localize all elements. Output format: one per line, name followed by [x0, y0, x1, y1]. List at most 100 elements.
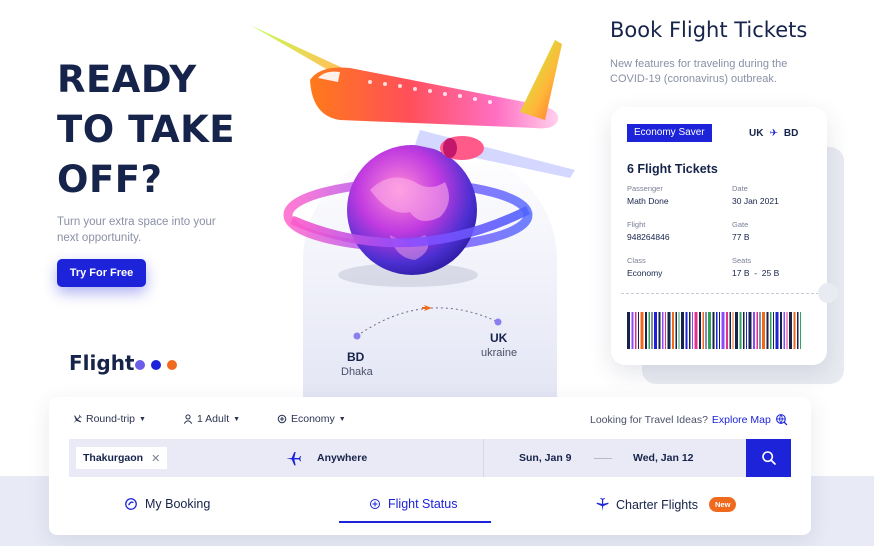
- new-badge: New: [708, 497, 737, 512]
- search-button[interactable]: [746, 439, 791, 477]
- trip-type-value: Round-trip: [86, 413, 136, 425]
- trip-type-select[interactable]: Round-trip ▼: [71, 413, 146, 425]
- barcode-bar: [762, 312, 765, 349]
- barcode-bar: [662, 312, 664, 349]
- explore-map-link[interactable]: Explore Map: [712, 414, 771, 426]
- ticket-route: UK ✈ BD: [749, 128, 798, 139]
- barcode-bar: [681, 312, 684, 349]
- field-value: 948264846: [627, 232, 670, 242]
- plus-circle-icon: [370, 499, 380, 509]
- barcode-bar: [705, 312, 707, 349]
- barcode-bar: [708, 312, 711, 349]
- field-value: Math Done: [627, 196, 669, 206]
- dot: [151, 360, 161, 370]
- try-for-free-button[interactable]: Try For Free: [57, 259, 146, 287]
- field-label: Date: [732, 184, 748, 193]
- barcode-bar: [743, 312, 745, 349]
- date-field: Date 30 Jan 2021: [732, 184, 779, 206]
- barcode-bar: [783, 312, 785, 349]
- barcode-bar: [678, 312, 680, 349]
- destination-input[interactable]: Anywhere: [317, 452, 367, 464]
- field-label: Passenger: [627, 184, 663, 193]
- ticket-notch: [818, 283, 838, 303]
- barcode-bar: [658, 312, 661, 349]
- origin-chip[interactable]: Thakurgaon ✕: [76, 447, 168, 469]
- barcode-bar: [775, 312, 779, 349]
- close-icon[interactable]: ✕: [151, 452, 160, 465]
- barcode-bar: [638, 312, 639, 349]
- barcode-bar: [716, 312, 718, 349]
- route-origin-city: Dhaka: [341, 366, 373, 378]
- divider: [483, 439, 484, 477]
- barcode-bar: [748, 312, 752, 349]
- barcode-bar: [712, 312, 715, 349]
- tab-charter-flights[interactable]: Charter Flights New: [595, 497, 737, 512]
- field-value: 30 Jan 2021: [732, 196, 779, 206]
- barcode-bar: [735, 312, 738, 349]
- barcode-bar: [789, 312, 792, 349]
- tab-my-booking[interactable]: My Booking: [124, 497, 210, 511]
- barcode-bar: [654, 312, 657, 349]
- barcode-bar: [635, 312, 637, 349]
- travel-ideas: Looking for Travel Ideas? Explore Map: [590, 413, 788, 426]
- tab-label: Flight Status: [388, 497, 458, 511]
- field-value: 17 B - 25 B: [732, 268, 780, 278]
- gate-field: Gate 77 B: [732, 220, 750, 242]
- globe-icon[interactable]: [775, 413, 788, 426]
- flight-search-panel: Round-trip ▼ 1 Adult ▼ Economy ▼ Looking…: [49, 397, 811, 535]
- barcode-bar: [732, 312, 734, 349]
- barcode-bar: [640, 312, 644, 349]
- barcode-bar: [729, 312, 731, 349]
- ticket-count: 6 Flight Tickets: [627, 162, 718, 176]
- depart-date[interactable]: Sun, Jan 9: [519, 452, 572, 464]
- fare-class-badge: Economy Saver: [627, 124, 712, 142]
- field-label: Flight: [627, 220, 646, 229]
- dot: [135, 360, 145, 370]
- route-destination-code: UK: [490, 331, 508, 345]
- ticket-origin: UK: [749, 128, 764, 139]
- barcode-bar: [694, 312, 698, 349]
- decorative-dots: [135, 360, 177, 370]
- return-date[interactable]: Wed, Jan 12: [633, 452, 694, 464]
- flight-ticket-card: Economy Saver UK ✈ BD 6 Flight Tickets P…: [611, 107, 827, 365]
- plane-icon: [596, 497, 609, 511]
- date-separator: [594, 458, 612, 459]
- chevron-down-icon: ▼: [139, 415, 146, 423]
- barcode-bar: [766, 312, 769, 349]
- barcode-bar: [797, 312, 799, 349]
- barcode-bar: [739, 312, 742, 349]
- barcode-bar: [651, 312, 653, 349]
- hero-subtitle: Turn your extra space into your next opp…: [57, 216, 216, 244]
- search-icon: [761, 451, 776, 465]
- ticket-perforation: [621, 293, 819, 294]
- barcode-bar: [756, 312, 758, 349]
- search-bar: Thakurgaon ✕ Anywhere Sun, Jan 9 Wed, Ja…: [69, 439, 746, 477]
- barcode-bar: [675, 312, 677, 349]
- barcode-bar: [667, 312, 671, 349]
- barcode-bar: [780, 312, 782, 349]
- plane-icon: ✈: [769, 128, 778, 139]
- seat-icon: [277, 414, 287, 424]
- barcode-bar: [702, 312, 704, 349]
- barcode-bar: [645, 312, 647, 349]
- tab-flight-status[interactable]: Flight Status: [369, 497, 457, 511]
- dot: [167, 360, 177, 370]
- origin-value: Thakurgaon: [83, 452, 144, 464]
- cabin-value: Economy: [291, 413, 335, 425]
- book-subtitle: New features for traveling during the CO…: [610, 58, 788, 85]
- plane-icon: [73, 414, 82, 423]
- plane-icon: [286, 452, 301, 466]
- barcode-bar: [753, 312, 755, 349]
- field-label: Gate: [732, 220, 749, 229]
- barcode-bar: [726, 312, 728, 349]
- barcode-bar: [685, 312, 688, 349]
- cabin-select[interactable]: Economy ▼: [277, 413, 346, 425]
- booking-icon: [125, 498, 137, 510]
- chevron-down-icon: ▼: [338, 415, 346, 423]
- barcode-bar: [786, 312, 788, 349]
- class-field: Class Economy: [627, 256, 662, 278]
- passenger-select[interactable]: 1 Adult ▼: [183, 413, 240, 425]
- route-destination-city: ukraine: [481, 347, 518, 359]
- barcode-bar: [689, 312, 691, 349]
- barcode-bar: [773, 312, 774, 349]
